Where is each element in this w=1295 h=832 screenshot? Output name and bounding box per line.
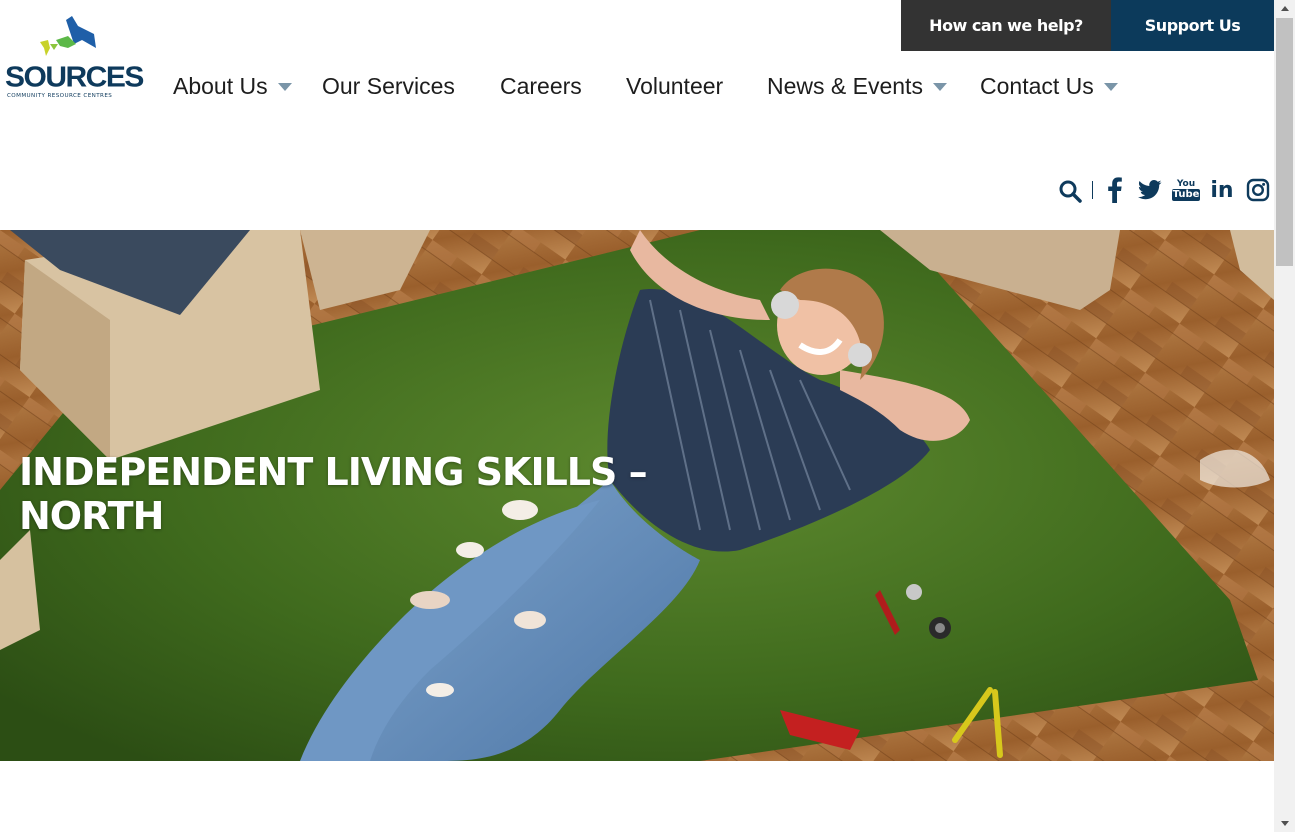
scroll-thumb[interactable] xyxy=(1276,18,1293,266)
nav-label: Our Services xyxy=(322,72,455,99)
nav-label: About Us xyxy=(173,72,268,99)
scroll-down-arrow-icon[interactable] xyxy=(1274,815,1295,832)
twitter-icon[interactable] xyxy=(1137,176,1163,204)
hero-banner: INDEPENDENT LIVING SKILLS – NORTH xyxy=(0,230,1274,761)
nav-label: Careers xyxy=(500,72,582,99)
sources-logo[interactable]: SOURCES COMMUNITY RESOURCE CENTRES xyxy=(4,14,144,102)
logo-tagline: COMMUNITY RESOURCE CENTRES xyxy=(7,93,113,99)
scroll-up-arrow-icon[interactable] xyxy=(1274,0,1295,17)
nav-our-services[interactable]: Our Services xyxy=(322,70,455,102)
instagram-icon[interactable] xyxy=(1245,176,1271,204)
nav-contact-us[interactable]: Contact Us xyxy=(980,70,1118,102)
support-us-button[interactable]: Support Us xyxy=(1111,0,1274,51)
how-can-we-help-button[interactable]: How can we help? xyxy=(901,0,1111,51)
youtube-text-top: You xyxy=(1176,178,1196,189)
nav-label: Volunteer xyxy=(626,72,724,99)
nav-volunteer[interactable]: Volunteer xyxy=(626,70,723,102)
caret-down-icon[interactable] xyxy=(277,83,292,91)
nav-about-us[interactable]: About Us xyxy=(173,70,292,102)
logo-wordmark: SOURCES xyxy=(5,61,144,94)
nav-news-events[interactable]: News & Events xyxy=(767,70,947,102)
nav-careers[interactable]: Careers xyxy=(500,70,582,102)
facebook-icon[interactable] xyxy=(1102,176,1128,204)
birds-logo-icon xyxy=(40,16,96,56)
page-title: INDEPENDENT LIVING SKILLS – NORTH xyxy=(19,450,648,538)
linkedin-text: in xyxy=(1210,177,1234,203)
search-icon[interactable] xyxy=(1057,177,1083,205)
nav-label: News & Events xyxy=(767,72,923,99)
youtube-text-bottom: Tube xyxy=(1171,188,1201,201)
youtube-icon[interactable]: You Tube xyxy=(1171,176,1201,204)
linkedin-icon[interactable]: in xyxy=(1209,176,1235,204)
divider xyxy=(1092,181,1093,199)
caret-down-icon[interactable] xyxy=(932,83,947,91)
nav-label: Contact Us xyxy=(980,72,1094,99)
caret-down-icon[interactable] xyxy=(1103,83,1118,91)
page-scrollbar[interactable] xyxy=(1274,0,1295,832)
